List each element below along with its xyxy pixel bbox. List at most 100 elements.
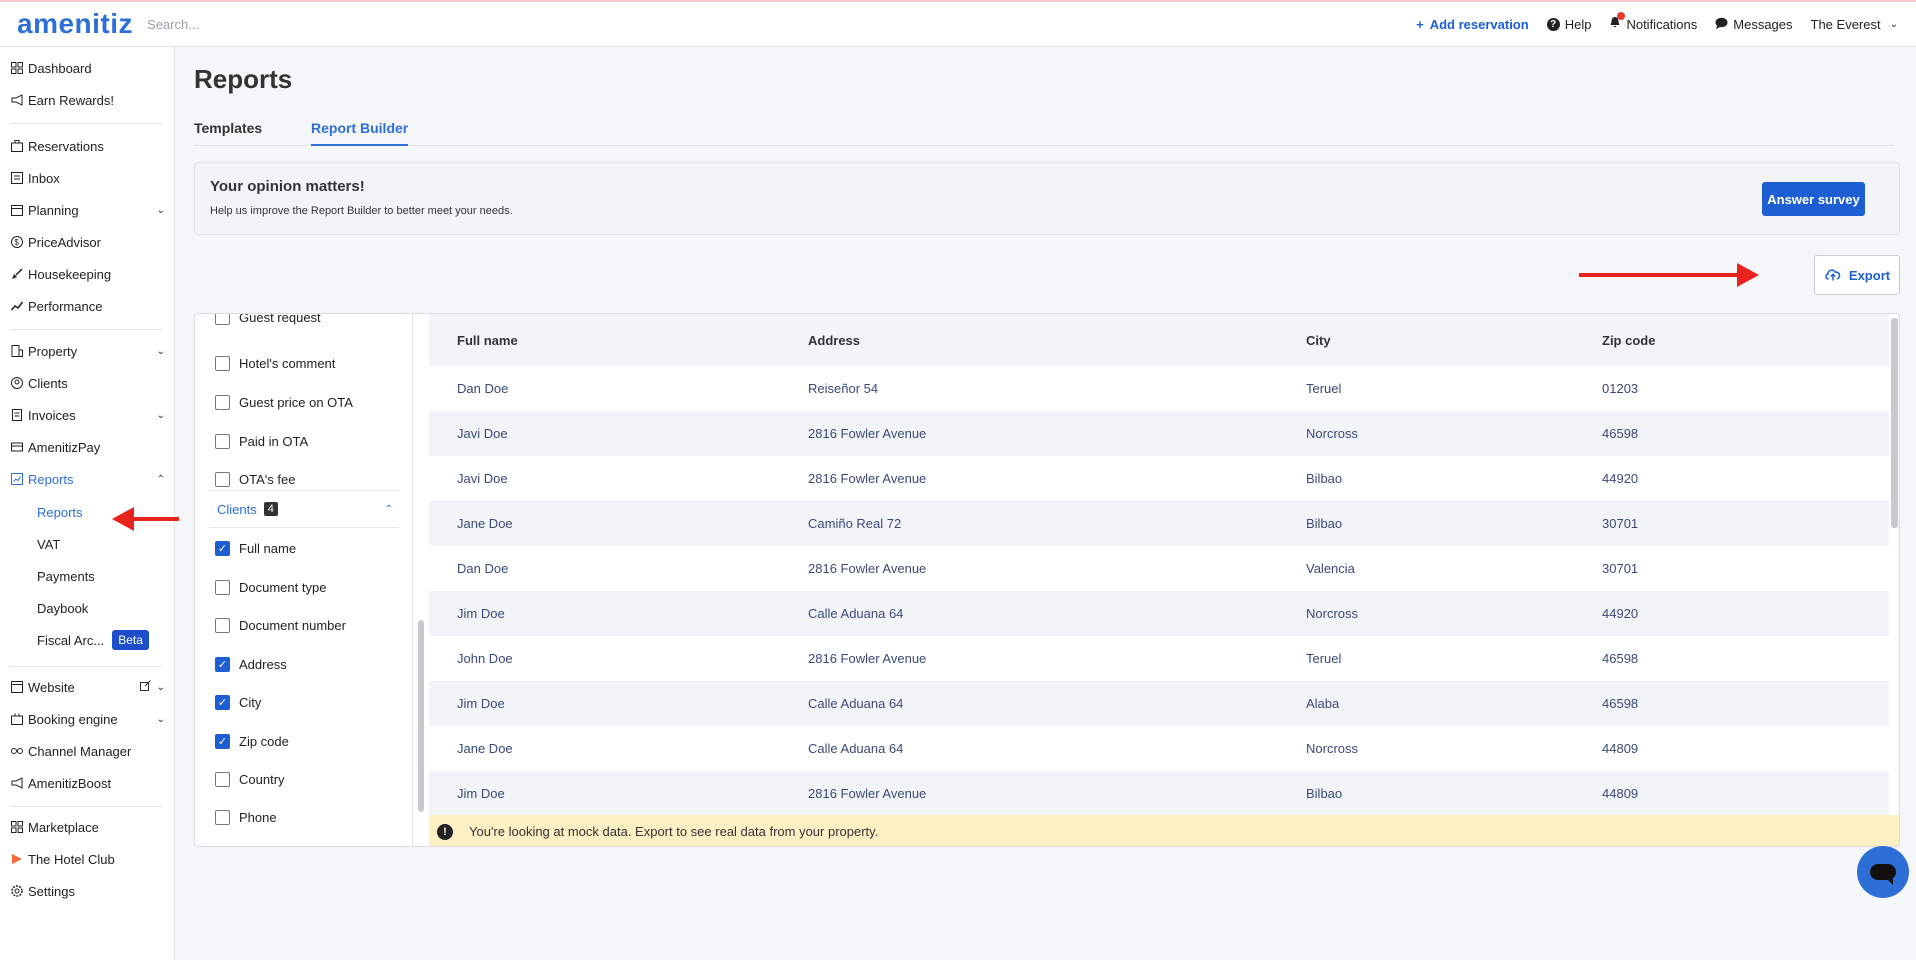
column-header-zip-code[interactable]: Zip code xyxy=(1574,314,1889,366)
sidebar-item-reports[interactable]: Reports ⌃ xyxy=(10,467,165,491)
field-document-type[interactable]: Document type xyxy=(215,576,326,598)
field-document-number[interactable]: Document number xyxy=(215,614,346,636)
fields-scrollbar[interactable] xyxy=(418,620,424,812)
chevron-up-icon[interactable]: ⌃ xyxy=(385,504,393,515)
table-row: Jane Doe Calle Aduana 64 Norcross 44809 xyxy=(429,726,1889,771)
broom-icon xyxy=(10,267,24,281)
sidebar-item-property[interactable]: Property ⌄ xyxy=(10,339,165,363)
sidebar: Dashboard Earn Rewards! Reservations Inb… xyxy=(0,47,175,960)
sidebar-item-amenitizpay[interactable]: AmenitizPay xyxy=(10,435,165,459)
dollar-icon: $ xyxy=(10,235,24,249)
property-switcher[interactable]: The Everest ⌄ xyxy=(1811,17,1898,32)
sidebar-item-housekeeping[interactable]: Housekeeping xyxy=(10,262,165,286)
checkbox[interactable] xyxy=(215,809,230,825)
external-link-icon[interactable] xyxy=(139,680,151,694)
help-button[interactable]: ? Help xyxy=(1546,17,1591,32)
checkbox[interactable] xyxy=(215,579,230,595)
chevron-down-icon[interactable]: ⌄ xyxy=(157,346,165,357)
field-guest-price-on-ota[interactable]: Guest price on OTA xyxy=(215,391,353,413)
tab-templates[interactable]: Templates xyxy=(194,120,262,144)
checkbox[interactable] xyxy=(215,355,230,371)
preview-table: Full name Address City Zip code Dan Doe … xyxy=(429,314,1889,816)
checkbox-checked[interactable]: ✓ xyxy=(215,694,230,710)
notifications-button[interactable]: Notifications xyxy=(1609,12,1698,32)
sidebar-item-planning[interactable]: Planning ⌄ xyxy=(10,198,165,222)
chevron-down-icon[interactable]: ⌄ xyxy=(157,410,165,421)
checkbox[interactable] xyxy=(215,394,230,410)
answer-survey-button[interactable]: Answer survey xyxy=(1762,182,1865,216)
messages-button[interactable]: Messages xyxy=(1715,17,1793,32)
sidebar-item-settings[interactable]: Settings xyxy=(10,879,165,903)
inbox-icon xyxy=(10,171,24,185)
support-chat-button[interactable] xyxy=(1857,846,1909,898)
field-label: Country xyxy=(239,771,285,787)
checkbox[interactable] xyxy=(215,314,230,325)
sidebar-subitem-payments[interactable]: Payments xyxy=(37,565,95,587)
sidebar-item-hotel-club[interactable]: The Hotel Club xyxy=(10,847,165,871)
chevron-down-icon[interactable]: ⌄ xyxy=(157,682,165,693)
sidebar-subitem-fiscal-archive[interactable]: Fiscal Arc... Beta xyxy=(37,629,149,651)
checkbox[interactable] xyxy=(215,433,230,449)
checkbox-checked[interactable]: ✓ xyxy=(215,733,230,749)
sidebar-item-label: AmenitizBoost xyxy=(28,775,112,791)
checkbox[interactable] xyxy=(215,617,230,633)
sidebar-subitem-daybook[interactable]: Daybook xyxy=(37,597,88,619)
field-address[interactable]: ✓ Address xyxy=(215,653,287,675)
table-row: Jane Doe Camiño Real 72 Bilbao 30701 xyxy=(429,501,1889,546)
cell-zip-code: 46598 xyxy=(1574,681,1889,726)
field-paid-in-ota[interactable]: Paid in OTA xyxy=(215,430,308,452)
checkbox-checked[interactable]: ✓ xyxy=(215,540,230,556)
sidebar-subitem-reports[interactable]: Reports xyxy=(37,501,83,523)
sidebar-item-amenitizboost[interactable]: AmenitizBoost xyxy=(10,771,165,795)
field-phone[interactable]: Phone xyxy=(215,806,277,828)
field-hotels-comment[interactable]: Hotel's comment xyxy=(215,352,335,374)
group-clients-header[interactable]: Clients 4 ⌃ xyxy=(209,490,399,528)
field-otas-fee[interactable]: OTA's fee xyxy=(215,468,295,490)
table-row: John Doe 2816 Fowler Avenue Teruel 46598 xyxy=(429,636,1889,681)
sidebar-item-clients[interactable]: Clients xyxy=(10,371,165,395)
notifications-label: Notifications xyxy=(1626,16,1698,32)
sidebar-item-booking-engine[interactable]: Booking engine ⌄ xyxy=(10,707,165,731)
checkbox-checked[interactable]: ✓ xyxy=(215,656,230,672)
sidebar-subitem-vat[interactable]: VAT xyxy=(37,533,60,555)
sidebar-item-performance[interactable]: Performance xyxy=(10,294,165,318)
marketplace-icon xyxy=(10,820,24,834)
annotation-arrow-right xyxy=(1579,263,1759,287)
sidebar-item-dashboard[interactable]: Dashboard xyxy=(10,56,165,80)
amenitiz-logo[interactable]: amenitiz xyxy=(17,8,133,40)
export-button[interactable]: Export xyxy=(1814,255,1900,295)
table-row: Dan Doe Reiseñor 54 Teruel 01203 xyxy=(429,366,1889,411)
field-country[interactable]: Country xyxy=(215,768,285,790)
tab-report-builder[interactable]: Report Builder xyxy=(311,120,409,146)
chevron-down-icon[interactable]: ⌄ xyxy=(157,714,165,725)
sidebar-item-reservations[interactable]: Reservations xyxy=(10,134,165,158)
cell-city: Bilbao xyxy=(1278,501,1574,546)
sidebar-item-invoices[interactable]: Invoices ⌄ xyxy=(10,403,165,427)
sidebar-item-label: Earn Rewards! xyxy=(28,92,114,108)
field-guest-request[interactable]: Guest request xyxy=(215,314,321,328)
field-city[interactable]: ✓ City xyxy=(215,691,261,713)
field-selector[interactable]: Guest request Hotel's comment Guest pric… xyxy=(195,314,413,846)
chevron-up-icon[interactable]: ⌃ xyxy=(157,474,165,485)
field-zip-code[interactable]: ✓ Zip code xyxy=(215,730,289,752)
column-header-city[interactable]: City xyxy=(1278,314,1574,366)
column-header-full-name[interactable]: Full name xyxy=(429,314,780,366)
table-scrollbar[interactable] xyxy=(1891,318,1898,528)
column-header-address[interactable]: Address xyxy=(780,314,1278,366)
field-full-name[interactable]: ✓ Full name xyxy=(215,537,296,559)
sidebar-item-website[interactable]: Website ⌄ xyxy=(10,675,165,699)
chevron-down-icon[interactable]: ⌄ xyxy=(157,205,165,216)
gear-icon xyxy=(10,884,24,898)
search-input[interactable]: Search... xyxy=(147,17,199,32)
sidebar-item-inbox[interactable]: Inbox xyxy=(10,166,165,190)
sidebar-item-priceadvisor[interactable]: $ PriceAdvisor xyxy=(10,230,165,254)
chart-icon xyxy=(10,472,24,486)
sidebar-item-label: The Hotel Club xyxy=(28,851,115,867)
checkbox[interactable] xyxy=(215,771,230,787)
sidebar-item-channel-manager[interactable]: Channel Manager xyxy=(10,739,165,763)
cell-full-name: Jim Doe xyxy=(429,771,780,816)
sidebar-item-marketplace[interactable]: Marketplace xyxy=(10,815,165,839)
sidebar-item-earn-rewards[interactable]: Earn Rewards! xyxy=(10,88,165,112)
checkbox[interactable] xyxy=(215,471,230,487)
add-reservation-button[interactable]: + Add reservation xyxy=(1416,17,1529,32)
